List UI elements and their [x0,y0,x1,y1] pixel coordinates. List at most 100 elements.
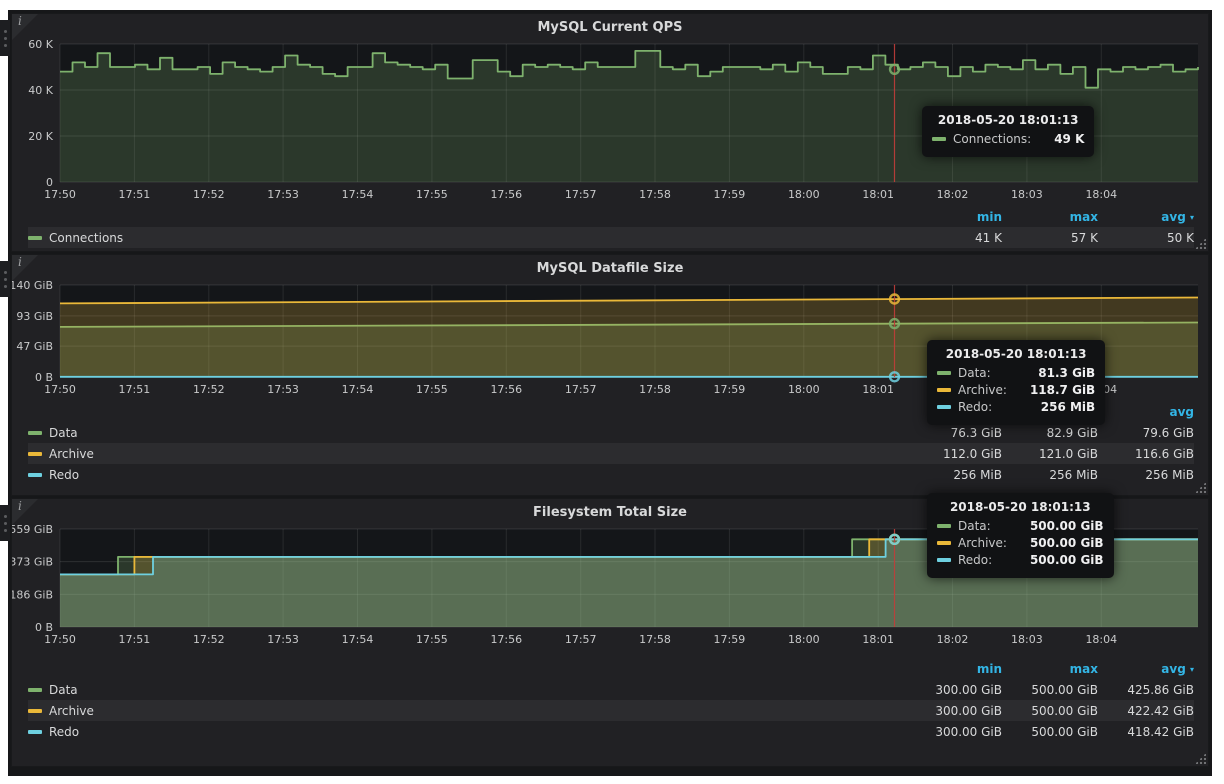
svg-text:18:02: 18:02 [937,188,969,201]
qps-legend: minmaxavg ▾Connections41 K57 K50 K [12,206,1208,248]
svg-text:18:00: 18:00 [788,633,820,646]
legend-row: Archive112.0 GiB121.0 GiB116.6 GiB [28,443,1194,464]
panel-drag-handle-icon[interactable] [0,261,10,297]
legend-header-row: minmaxavg ▾ [28,206,1194,227]
svg-text:17:52: 17:52 [193,633,225,646]
panel-mysql-current-qps: MySQL Current QPS 020 K40 K60 K17:5017:5… [12,14,1208,251]
filesystem-legend: minmaxavg ▾Data300.00 GiB500.00 GiB425.8… [12,658,1208,742]
legend-stat-value: 422.42 GiB [1098,704,1194,718]
svg-text:17:56: 17:56 [490,383,522,396]
series-color-dash-icon [28,688,42,692]
series-color-dash-icon [28,730,42,734]
svg-text:17:54: 17:54 [342,188,374,201]
svg-text:17:53: 17:53 [267,633,299,646]
legend-sort-avg[interactable]: avg [1098,405,1194,419]
legend-stat-value: 300.00 GiB [906,683,1002,697]
svg-text:18:04: 18:04 [1085,383,1117,396]
legend-sort-max[interactable]: max [1002,210,1098,224]
legend-series-toggle[interactable]: Redo [28,725,906,739]
series-color-dash-icon [28,431,42,435]
legend-stat-value: 256 MiB [906,468,1002,482]
svg-text:559 GiB: 559 GiB [12,523,53,536]
svg-text:17:56: 17:56 [490,188,522,201]
legend-stat-value: 256 MiB [1002,468,1098,482]
legend-series-toggle[interactable]: Data [28,426,906,440]
panel-drag-handle-icon[interactable] [0,20,10,56]
legend-sort-avg[interactable]: avg ▾ [1098,210,1194,224]
legend-sort-min[interactable]: min [906,405,1002,419]
legend-sort-min[interactable]: min [906,662,1002,676]
svg-text:18:02: 18:02 [937,383,969,396]
legend-stat-value: 425.86 GiB [1098,683,1194,697]
svg-text:17:55: 17:55 [416,188,448,201]
svg-text:18:04: 18:04 [1085,633,1117,646]
svg-text:17:50: 17:50 [44,383,76,396]
legend-series-toggle[interactable]: Connections [28,231,906,245]
svg-text:17:52: 17:52 [193,383,225,396]
panel-title-datafile[interactable]: MySQL Datafile Size [12,255,1208,279]
svg-text:17:54: 17:54 [342,383,374,396]
filesystem-chart[interactable]: 0 B186 GiB373 GiB559 GiB17:5017:5117:521… [12,523,1208,649]
svg-text:17:54: 17:54 [342,633,374,646]
panel-drag-handle-icon[interactable] [0,505,10,541]
legend-stat-value: 82.9 GiB [1002,426,1098,440]
legend-row: Redo300.00 GiB500.00 GiB418.42 GiB [28,721,1194,742]
svg-text:17:50: 17:50 [44,633,76,646]
svg-text:18:00: 18:00 [788,383,820,396]
svg-text:20 K: 20 K [28,130,53,143]
svg-text:18:01: 18:01 [862,383,894,396]
qps-chart[interactable]: 020 K40 K60 K17:5017:5117:5217:5317:5417… [12,38,1208,204]
page: { "theme": { "dashboard_bg": "#161719", … [0,0,1224,784]
legend-stat-value: 256 MiB [1098,468,1194,482]
legend-stat-value: 76.3 GiB [906,426,1002,440]
legend-stat-value: 300.00 GiB [906,704,1002,718]
legend-series-toggle[interactable]: Redo [28,468,906,482]
legend-row: Redo256 MiB256 MiB256 MiB [28,464,1194,485]
svg-text:18:01: 18:01 [862,633,894,646]
datafile-legend: minmaxavgData76.3 GiB82.9 GiB79.6 GiBArc… [12,401,1208,485]
legend-stat-value: 500.00 GiB [1002,725,1098,739]
svg-text:17:57: 17:57 [565,633,597,646]
svg-text:18:03: 18:03 [1011,383,1043,396]
legend-series-toggle[interactable]: Archive [28,704,906,718]
svg-text:93 GiB: 93 GiB [16,310,53,323]
legend-stat-value: 500.00 GiB [1002,683,1098,697]
panel-resize-handle-icon[interactable] [1195,753,1206,764]
panel-title-filesystem[interactable]: Filesystem Total Size [12,499,1208,523]
legend-stat-value: 500.00 GiB [1002,704,1098,718]
datafile-chart[interactable]: 0 B47 GiB93 GiB140 GiB17:5017:5117:5217:… [12,279,1208,399]
legend-series-toggle[interactable]: Archive [28,447,906,461]
legend-row: Data300.00 GiB500.00 GiB425.86 GiB [28,679,1194,700]
svg-text:17:53: 17:53 [267,188,299,201]
svg-text:18:02: 18:02 [937,633,969,646]
svg-text:17:58: 17:58 [639,633,671,646]
legend-stat-value: 41 K [906,231,1002,245]
legend-sort-avg[interactable]: avg ▾ [1098,662,1194,676]
svg-text:17:55: 17:55 [416,383,448,396]
svg-text:17:58: 17:58 [639,383,671,396]
legend-sort-max[interactable]: max [1002,662,1098,676]
legend-stat-value: 418.42 GiB [1098,725,1194,739]
legend-stat-value: 112.0 GiB [906,447,1002,461]
svg-text:18:01: 18:01 [862,188,894,201]
legend-row: Connections41 K57 K50 K [28,227,1194,248]
svg-text:60 K: 60 K [28,38,53,51]
svg-text:17:51: 17:51 [119,188,151,201]
svg-text:17:59: 17:59 [714,633,746,646]
legend-sort-min[interactable]: min [906,210,1002,224]
svg-text:17:58: 17:58 [639,188,671,201]
svg-text:18:04: 18:04 [1085,188,1117,201]
legend-stat-value: 116.6 GiB [1098,447,1194,461]
panel-filesystem-total-size: Filesystem Total Size 0 B186 GiB373 GiB5… [12,499,1208,766]
series-color-dash-icon [28,452,42,456]
legend-header-row: minmaxavg [28,401,1194,422]
svg-text:186 GiB: 186 GiB [12,588,53,601]
legend-series-toggle[interactable]: Data [28,683,906,697]
panel-title-qps[interactable]: MySQL Current QPS [12,14,1208,38]
chevron-down-icon: ▾ [1190,665,1194,674]
legend-sort-max[interactable]: max [1002,405,1098,419]
svg-text:17:55: 17:55 [416,633,448,646]
series-color-dash-icon [28,236,42,240]
svg-text:140 GiB: 140 GiB [12,279,53,292]
svg-text:17:57: 17:57 [565,383,597,396]
